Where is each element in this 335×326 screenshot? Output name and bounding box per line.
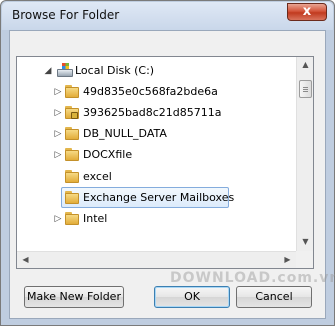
folder-icon (64, 169, 80, 185)
folder-tree[interactable]: ◢ Local Disk (C:) ▷ 49d835e0c568fa2bde6a… (16, 56, 314, 269)
collapse-arrow-icon[interactable]: ◢ (43, 61, 53, 81)
tree-item-local-disk[interactable]: ◢ Local Disk (C:) (17, 61, 296, 81)
ok-button[interactable]: OK (154, 286, 230, 308)
horizontal-scrollbar[interactable]: ◀ ▶ (17, 251, 296, 268)
folder-icon (64, 190, 80, 206)
scrollbar-corner (296, 251, 313, 268)
tree-item[interactable]: ▷ Intel (17, 209, 296, 229)
tree-item-label: Exchange Server Mailboxes (83, 191, 235, 204)
vertical-scrollbar[interactable]: ▲ ▼ (296, 57, 313, 251)
title-bar[interactable]: Browse For Folder x (2, 2, 333, 30)
tree-item-label: 49d835e0c568fa2bde6a (83, 85, 218, 98)
folder-icon (64, 84, 80, 100)
window-title: Browse For Folder (12, 8, 120, 22)
drive-icon (57, 63, 73, 79)
tree-item-label: Intel (83, 212, 108, 225)
expand-arrow-icon[interactable]: ▷ (53, 209, 63, 229)
close-button[interactable]: x (287, 3, 327, 21)
tree-item[interactable]: excel (17, 167, 296, 187)
scroll-up-icon[interactable]: ▲ (297, 57, 313, 74)
tree-item[interactable]: ▷ DOCXfile (17, 145, 296, 165)
expand-arrow-icon[interactable]: ▷ (53, 145, 63, 165)
tree-item-label: Local Disk (C:) (75, 64, 155, 77)
folder-icon (64, 126, 80, 142)
make-new-folder-button[interactable]: Make New Folder (24, 286, 124, 308)
tree-item-selected[interactable]: Exchange Server Mailboxes (17, 188, 296, 208)
folder-icon (64, 147, 80, 163)
expand-arrow-icon[interactable]: ▷ (53, 103, 63, 123)
scroll-right-icon[interactable]: ▶ (279, 252, 296, 268)
watermark-text: DOWNLOAD.com.vn (170, 270, 335, 286)
locked-folder-icon (64, 105, 80, 121)
tree-item-label: excel (83, 170, 112, 183)
tree-item-label: 393625bad8c21d85711a (83, 106, 222, 119)
tree-item-label: DB_NULL_DATA (83, 127, 167, 140)
tree-item-label: DOCXfile (83, 148, 133, 161)
expand-arrow-icon[interactable]: ▷ (53, 82, 63, 102)
folder-icon (64, 211, 80, 227)
expand-arrow-icon[interactable]: ▷ (53, 124, 63, 144)
tree-item[interactable]: ▷ 49d835e0c568fa2bde6a (17, 82, 296, 102)
tree-item[interactable]: ▷ 393625bad8c21d85711a (17, 103, 296, 123)
cancel-button[interactable]: Cancel (236, 286, 312, 308)
scroll-left-icon[interactable]: ◀ (17, 252, 34, 268)
scrollbar-thumb[interactable] (299, 80, 312, 98)
scroll-down-icon[interactable]: ▼ (297, 234, 313, 251)
tree-item[interactable]: ▷ DB_NULL_DATA (17, 124, 296, 144)
